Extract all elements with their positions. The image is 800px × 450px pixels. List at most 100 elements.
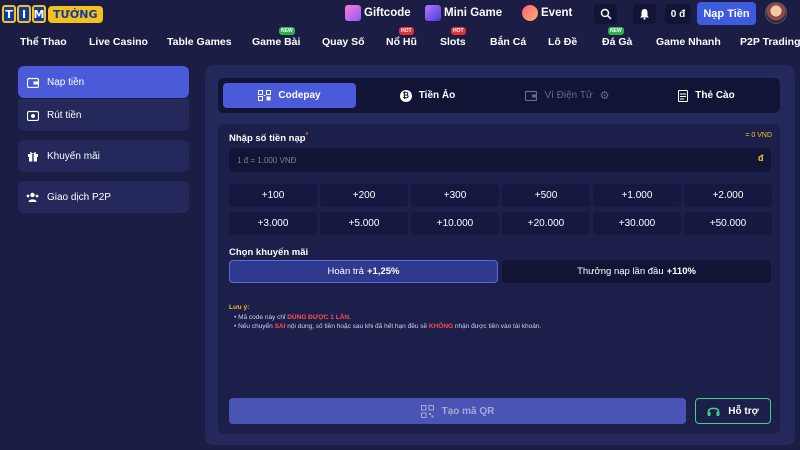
sidebar-item-withdraw[interactable]: Rút tiền bbox=[18, 99, 189, 131]
quick-amount-chip[interactable]: +20.000 bbox=[502, 212, 590, 235]
quick-amount-chip[interactable]: +1.000 bbox=[593, 184, 681, 207]
nav-label: Quay Số bbox=[322, 36, 365, 48]
required-mark: * bbox=[305, 132, 309, 139]
quick-amount-chip[interactable]: +200 bbox=[320, 184, 408, 207]
quick-amount-chip[interactable]: +100 bbox=[229, 184, 317, 207]
nav-label: Thể Thao bbox=[20, 36, 67, 48]
converted-amount: = 0 VND bbox=[745, 132, 772, 139]
sidebar-item-label: Rút tiền bbox=[47, 109, 82, 121]
site-logo[interactable]: T I M TƯỚNG bbox=[2, 3, 114, 25]
nav-label: Table Games bbox=[167, 36, 232, 48]
nav-label: Nổ Hũ bbox=[386, 36, 417, 48]
nav-item-no-hu[interactable]: HOT Nổ Hũ bbox=[386, 27, 417, 48]
nav-item-slots[interactable]: HOT Slots bbox=[440, 27, 466, 48]
avatar[interactable] bbox=[765, 2, 787, 24]
nav-label: Game Bài bbox=[252, 36, 301, 48]
new-badge: NEW bbox=[279, 27, 295, 35]
users-icon bbox=[26, 191, 39, 204]
nav-item-da-ga[interactable]: NEW Đá Gà bbox=[602, 27, 632, 48]
top-bar: T I M TƯỚNG Giftcode Mini Game Event 0 đ… bbox=[0, 0, 800, 28]
hot-badge: HOT bbox=[451, 27, 466, 35]
nav-item-table-games[interactable]: Table Games bbox=[167, 36, 232, 48]
promo-label: Chọn khuyến mãi bbox=[229, 247, 309, 258]
maintenance-icon: ⚙ bbox=[599, 90, 610, 102]
nav-label: Game Nhanh bbox=[656, 36, 721, 48]
quick-amount-chip[interactable]: +300 bbox=[411, 184, 499, 207]
promo-option-text: Thưởng nạp lần đầu bbox=[577, 266, 664, 277]
tab-codepay[interactable]: Codepay bbox=[223, 83, 356, 108]
sidebar-item-label: Khuyến mãi bbox=[47, 150, 100, 162]
sidebar-item-deposit[interactable]: Nạp tiền bbox=[18, 66, 189, 98]
hot-badge: HOT bbox=[399, 27, 414, 35]
notification-button[interactable] bbox=[633, 4, 656, 24]
balance-display[interactable]: 0 đ bbox=[665, 4, 691, 24]
note-item: Mã code này chỉ DÙNG ĐƯỢC 1 LẦN. bbox=[234, 314, 774, 321]
amount-label-text: Nhập số tiền nạp bbox=[229, 133, 306, 145]
quick-amount-chip[interactable]: +50.000 bbox=[684, 212, 772, 235]
tab-label: Tiền Ảo bbox=[418, 90, 456, 101]
nav-item-lo-de[interactable]: Lô Đề bbox=[548, 36, 577, 48]
giftcode-link[interactable]: Giftcode bbox=[345, 5, 411, 21]
new-badge: NEW bbox=[608, 27, 624, 35]
sidebar-item-promotions[interactable]: Khuyến mãi bbox=[18, 140, 189, 172]
quick-amount-chip[interactable]: +3.000 bbox=[229, 212, 317, 235]
nav-item-the-thao[interactable]: Thể Thao bbox=[20, 36, 67, 48]
giftcode-label: Giftcode bbox=[364, 7, 411, 19]
card-icon bbox=[678, 89, 689, 102]
tab-vi-dien-tu[interactable]: Ví Điện Tử ⚙ bbox=[501, 83, 634, 108]
deposit-notes: Lưu ý: Mã code này chỉ DÙNG ĐƯỢC 1 LẦN. … bbox=[229, 304, 774, 332]
note-text: nhận được tiền vào tài khoản. bbox=[453, 323, 542, 330]
nav-item-quay-so[interactable]: Quay Số bbox=[322, 36, 365, 48]
notes-title: Lưu ý: bbox=[229, 304, 250, 311]
nav-label: Bắn Cá bbox=[490, 36, 527, 48]
logo-letter: T bbox=[2, 5, 16, 23]
logo-letter: M bbox=[32, 5, 46, 23]
promo-option-value: +1,25% bbox=[366, 266, 400, 277]
nav-item-ban-ca[interactable]: Bắn Cá bbox=[490, 36, 526, 48]
amount-input[interactable] bbox=[229, 148, 771, 172]
quick-amount-chip[interactable]: +2.000 bbox=[684, 184, 772, 207]
wallet-icon bbox=[26, 76, 39, 89]
tab-label: Codepay bbox=[278, 90, 321, 101]
promo-option-cashback[interactable]: Hoàn trả +1,25% bbox=[229, 260, 498, 283]
currency-symbol: đ bbox=[758, 153, 764, 163]
support-button[interactable]: Hỗ trợ bbox=[695, 398, 771, 424]
quick-amount-chip[interactable]: +10.000 bbox=[411, 212, 499, 235]
gift-icon bbox=[26, 150, 39, 163]
tab-label: Thẻ Cào bbox=[695, 90, 735, 101]
main-nav: Thể Thao Live Casino Table Games NEW Game… bbox=[0, 27, 800, 52]
minigame-link[interactable]: Mini Game bbox=[425, 5, 502, 21]
logo-word: TƯỚNG bbox=[48, 5, 103, 23]
sidebar-item-p2p[interactable]: Giao dịch P2P bbox=[18, 181, 189, 213]
event-link[interactable]: Event bbox=[522, 5, 572, 21]
sidebar-item-label: Nạp tiền bbox=[47, 76, 85, 88]
event-icon bbox=[522, 5, 538, 21]
quick-amount-chip[interactable]: +30.000 bbox=[593, 212, 681, 235]
ewallet-icon bbox=[525, 90, 538, 101]
create-qr-button[interactable]: Tạo mã QR bbox=[229, 398, 686, 424]
headset-icon bbox=[707, 407, 720, 416]
codepay-icon bbox=[258, 90, 272, 101]
logo-letter: I bbox=[17, 5, 31, 23]
note-emphasis: SAI bbox=[274, 323, 286, 330]
search-button[interactable] bbox=[594, 4, 617, 24]
deposit-header-button[interactable]: Nạp Tiền bbox=[697, 2, 756, 25]
quick-amount-chip[interactable]: +5.000 bbox=[320, 212, 408, 235]
nav-item-p2p-trading[interactable]: P2P Trading bbox=[740, 36, 800, 48]
promo-option-first-deposit[interactable]: Thưởng nạp lần đầu +110% bbox=[502, 260, 771, 283]
nav-item-live-casino[interactable]: Live Casino bbox=[89, 36, 148, 48]
note-text: nội dung, số tiền hoặc sau khi đã hết hạ… bbox=[285, 323, 429, 330]
note-item: Nếu chuyển SAI nội dung, số tiền hoặc sa… bbox=[234, 323, 774, 330]
note-emphasis: KHÔNG bbox=[428, 323, 454, 330]
nav-item-game-nhanh[interactable]: Game Nhanh bbox=[656, 36, 721, 48]
quick-amount-chip[interactable]: +500 bbox=[502, 184, 590, 207]
tab-the-cao[interactable]: Thẻ Cào bbox=[640, 83, 773, 108]
sidebar-item-label: Giao dịch P2P bbox=[47, 191, 111, 203]
minigame-label: Mini Game bbox=[444, 7, 503, 19]
nav-item-game-bai[interactable]: NEW Game Bài bbox=[252, 27, 301, 48]
nav-label: Lô Đề bbox=[548, 36, 578, 48]
note-emphasis: DÙNG ĐƯỢC 1 LẦN bbox=[287, 314, 350, 321]
bitcoin-icon: ₿ bbox=[399, 89, 412, 102]
nav-label: Live Casino bbox=[89, 36, 148, 48]
tab-tien-ao[interactable]: ₿ Tiền Ảo bbox=[361, 83, 494, 108]
